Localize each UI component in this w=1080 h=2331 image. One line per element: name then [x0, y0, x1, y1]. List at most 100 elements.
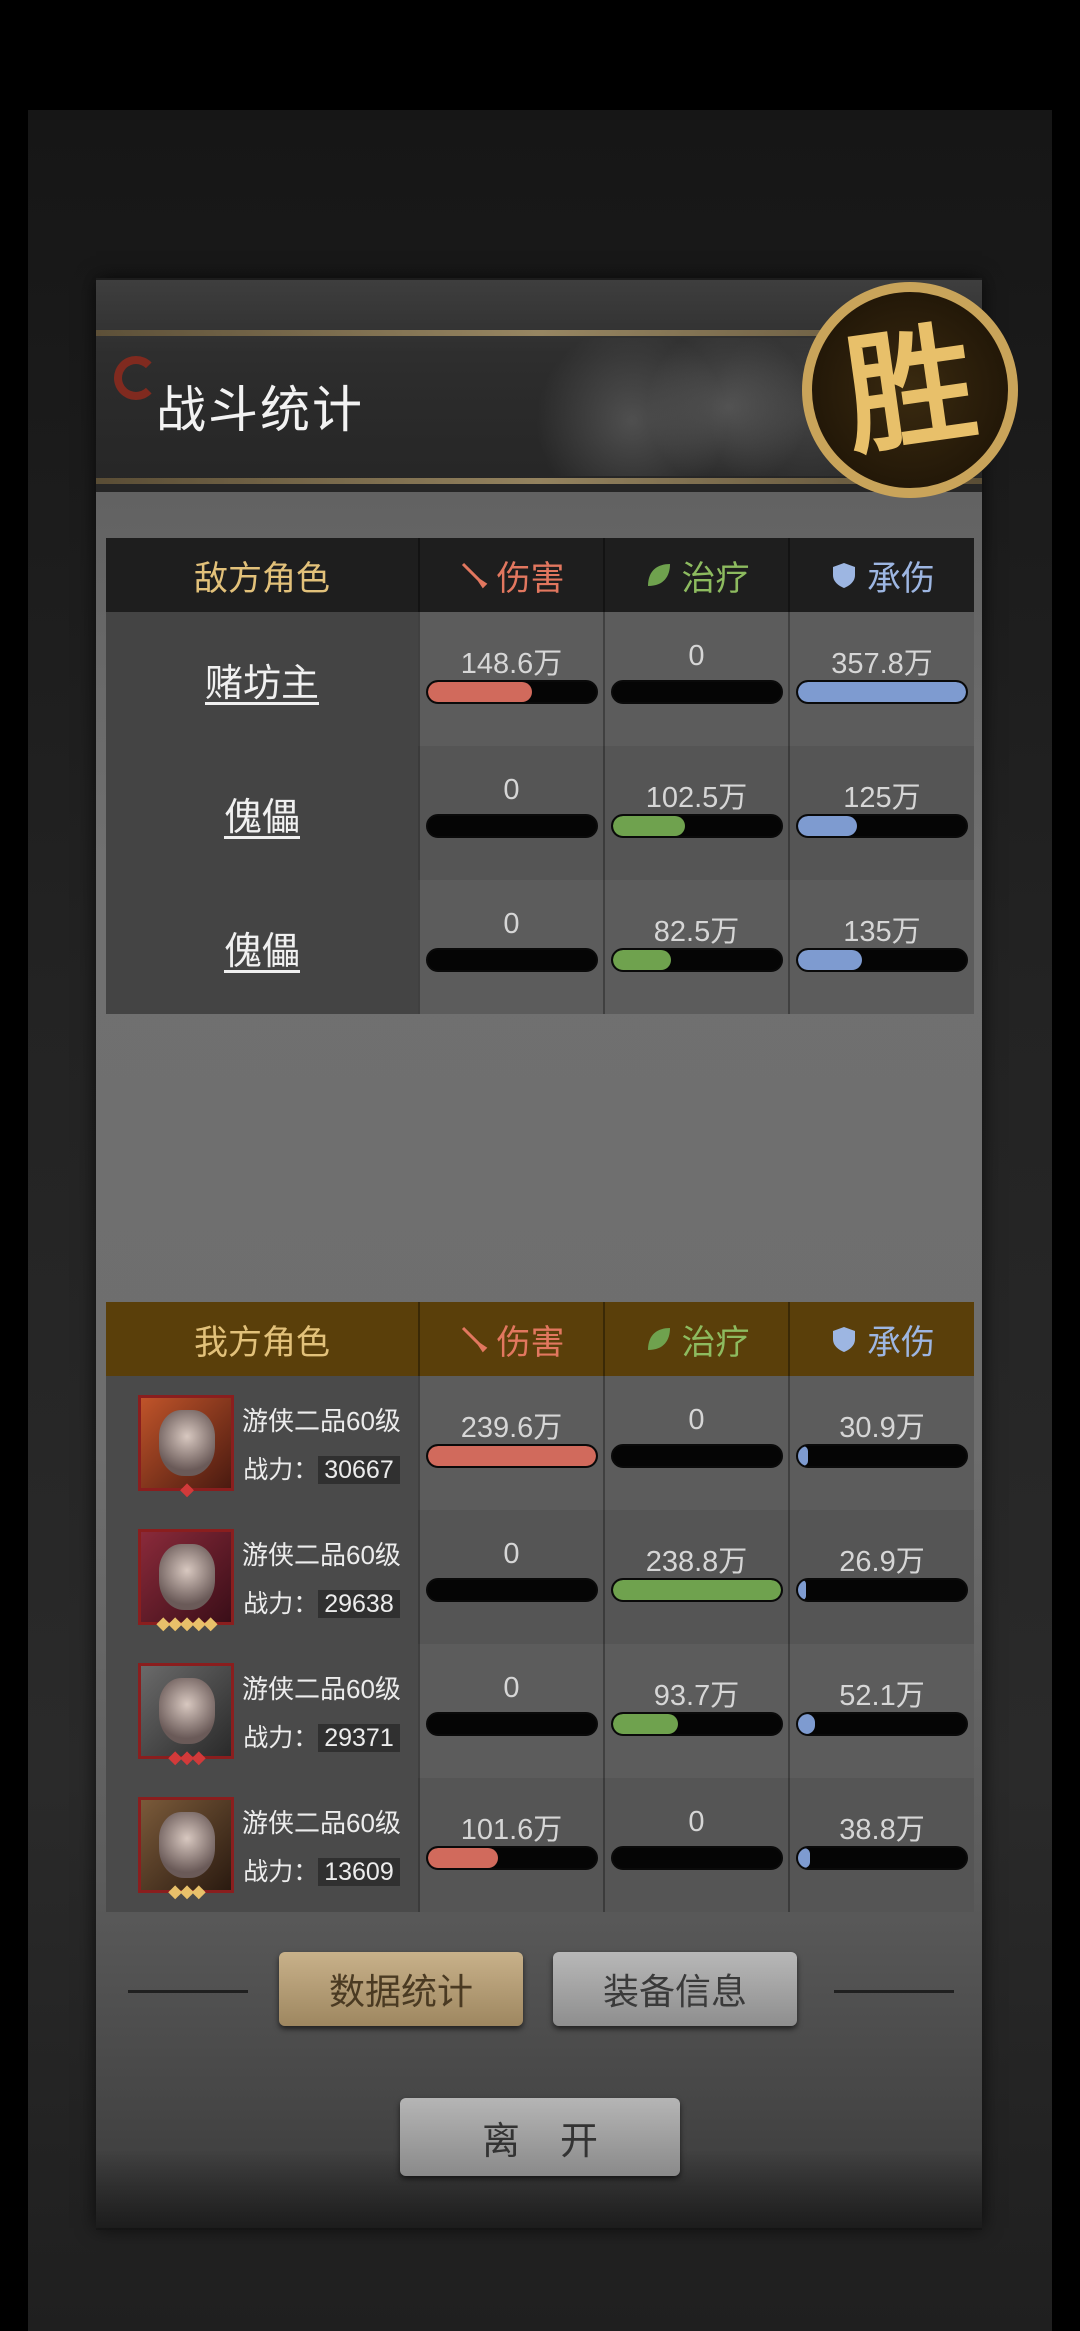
hero-portrait — [159, 1544, 215, 1610]
leave-button[interactable]: 离开 — [400, 2098, 680, 2176]
equipment-info-button[interactable]: 装备信息 — [553, 1952, 797, 2026]
dmg-bar — [425, 814, 598, 838]
enemy-name-link[interactable]: 傀儡 — [224, 920, 300, 975]
heal-bar-fill — [612, 1714, 679, 1734]
tank-cell: 357.8万 — [788, 612, 974, 746]
heal-cell: 0 — [603, 1376, 788, 1510]
heal-value: 0 — [688, 1404, 705, 1436]
hero-power-value: 13609 — [318, 1857, 400, 1886]
tank-cell: 30.9万 — [788, 1376, 974, 1510]
victory-seal: 胜 — [802, 282, 1018, 498]
hero-portrait — [159, 1410, 215, 1476]
dmg-bar — [425, 1846, 598, 1870]
hero-power-label: 战力： — [243, 1589, 319, 1618]
hero-power: 战力： 30667 — [242, 1450, 401, 1486]
swirl-icon — [114, 356, 158, 400]
tank-bar — [796, 1846, 968, 1870]
tank-header-label: 承伤 — [867, 559, 935, 598]
dmg-bar — [425, 1712, 598, 1736]
dmg-bar — [425, 948, 598, 972]
hero-portrait — [159, 1812, 215, 1878]
enemy-row: 傀儡 0 82.5万 135万 — [106, 880, 974, 1014]
hero-avatar[interactable]: ◆◆◆ — [138, 1797, 234, 1901]
heal-cell: 102.5万 — [603, 746, 788, 880]
dmg-cell: 0 — [418, 1644, 603, 1778]
enemy-role-header: 敌方角色 — [194, 559, 330, 598]
heal-bar — [610, 1712, 783, 1736]
heal-cell: 93.7万 — [603, 1644, 788, 1778]
tank-bar — [796, 814, 968, 838]
hero-power: 战力： 29371 — [242, 1718, 401, 1754]
hero-avatar[interactable]: ◆◆◆◆◆ — [138, 1529, 234, 1633]
dmg-cell: 0 — [418, 880, 603, 1014]
hero-portrait — [159, 1678, 215, 1744]
tank-bar-fill — [798, 1580, 807, 1600]
hero-rank: 游侠二品60级 — [242, 1405, 401, 1436]
dmg-cell: 0 — [418, 1510, 603, 1644]
ally-info-cell: ◆◆◆ 游侠二品60级战力： 13609 — [106, 1778, 418, 1912]
tank-bar — [796, 1712, 968, 1736]
tank-cell: 38.8万 — [788, 1778, 974, 1912]
enemy-name-link[interactable]: 傀儡 — [224, 786, 300, 841]
enemy-name-cell: 赌坊主 — [106, 612, 418, 746]
heal-value: 102.5万 — [645, 782, 748, 814]
tank-value: 125万 — [843, 782, 921, 814]
hero-power-value: 29638 — [318, 1589, 400, 1618]
tank-cell: 135万 — [788, 880, 974, 1014]
dmg-bar — [425, 1578, 598, 1602]
hero-rank: 游侠二品60级 — [242, 1673, 401, 1704]
hero-power-value: 29371 — [318, 1723, 400, 1752]
tank-bar — [796, 680, 968, 704]
hero-rank: 游侠二品60级 — [242, 1807, 401, 1838]
ally-table-header: 我方角色 伤害 治疗 承伤 — [106, 1302, 974, 1376]
enemy-name-cell: 傀儡 — [106, 746, 418, 880]
damage-header: 伤害 — [459, 551, 565, 600]
ally-row: ◆◆◆◆◆ 游侠二品60级 战力： 29638 0 238.8万 26.9万 — [106, 1510, 974, 1644]
heal-bar — [610, 1444, 783, 1468]
tank-bar-fill — [798, 950, 862, 970]
heal-bar — [610, 1578, 783, 1602]
dmg-value: 239.6万 — [460, 1412, 563, 1444]
tank-header-label: 承伤 — [867, 1323, 935, 1362]
ally-info-cell: ◆◆◆◆◆ 游侠二品60级 战力： 29638 — [106, 1510, 418, 1644]
dmg-bar-fill — [427, 682, 532, 702]
tank-value: 135万 — [843, 916, 921, 948]
bottom-tabs: 数据统计 装备信息 — [96, 1952, 982, 2032]
ally-table: 我方角色 伤害 治疗 承伤 ◆ 游侠二品60级 战力： 30667 239.6万 0 30.… — [106, 1302, 974, 1912]
tank-bar — [796, 948, 968, 972]
sword-icon — [461, 562, 487, 589]
tank-value: 38.8万 — [839, 1814, 925, 1846]
heal-value: 238.8万 — [645, 1546, 748, 1578]
enemy-name-cell: 傀儡 — [106, 880, 418, 1014]
dmg-cell: 148.6万 — [418, 612, 603, 746]
enemy-table-header: 敌方角色 伤害 治疗 承伤 — [106, 538, 974, 612]
hero-power-label: 战力： — [243, 1455, 319, 1484]
ally-info: 游侠二品60级战力： 29371 — [242, 1669, 401, 1754]
dmg-bar-fill — [427, 1848, 499, 1868]
tank-bar-fill — [798, 1848, 810, 1868]
data-stats-button[interactable]: 数据统计 — [279, 1952, 523, 2026]
dmg-value: 0 — [503, 774, 520, 806]
tank-bar-fill — [798, 1446, 809, 1466]
tank-bar-fill — [798, 682, 966, 702]
tank-cell: 125万 — [788, 746, 974, 880]
tank-header: 承伤 — [829, 1315, 935, 1364]
ally-info: 游侠二品60级战力： 30667 — [242, 1401, 401, 1486]
hero-rank: 游侠二品60级 — [242, 1539, 401, 1570]
star-rank-icons: ◆◆◆ — [168, 1747, 206, 1767]
star-rank-icons: ◆◆◆◆◆ — [156, 1613, 217, 1633]
hero-avatar[interactable]: ◆ — [138, 1395, 234, 1499]
heal-header-label: 治疗 — [681, 1323, 750, 1362]
heal-header-label: 治疗 — [681, 559, 750, 598]
enemy-table: 敌方角色 伤害 治疗 承伤 赌坊主 148.6万 0 357.8万傀儡 0 102.5万 1… — [106, 538, 974, 1014]
heal-cell: 0 — [603, 1778, 788, 1912]
ally-row: ◆ 游侠二品60级 战力： 30667 239.6万 0 30.9万 — [106, 1376, 974, 1510]
dmg-cell: 101.6万 — [418, 1778, 603, 1912]
tank-value: 30.9万 — [839, 1412, 925, 1444]
enemy-name-link[interactable]: 赌坊主 — [205, 652, 319, 707]
tank-bar — [796, 1444, 968, 1468]
dmg-bar — [425, 680, 598, 704]
hero-power: 战力： 13609 — [242, 1852, 401, 1888]
hero-avatar[interactable]: ◆◆◆ — [138, 1663, 234, 1767]
dmg-value: 0 — [503, 1672, 520, 1704]
